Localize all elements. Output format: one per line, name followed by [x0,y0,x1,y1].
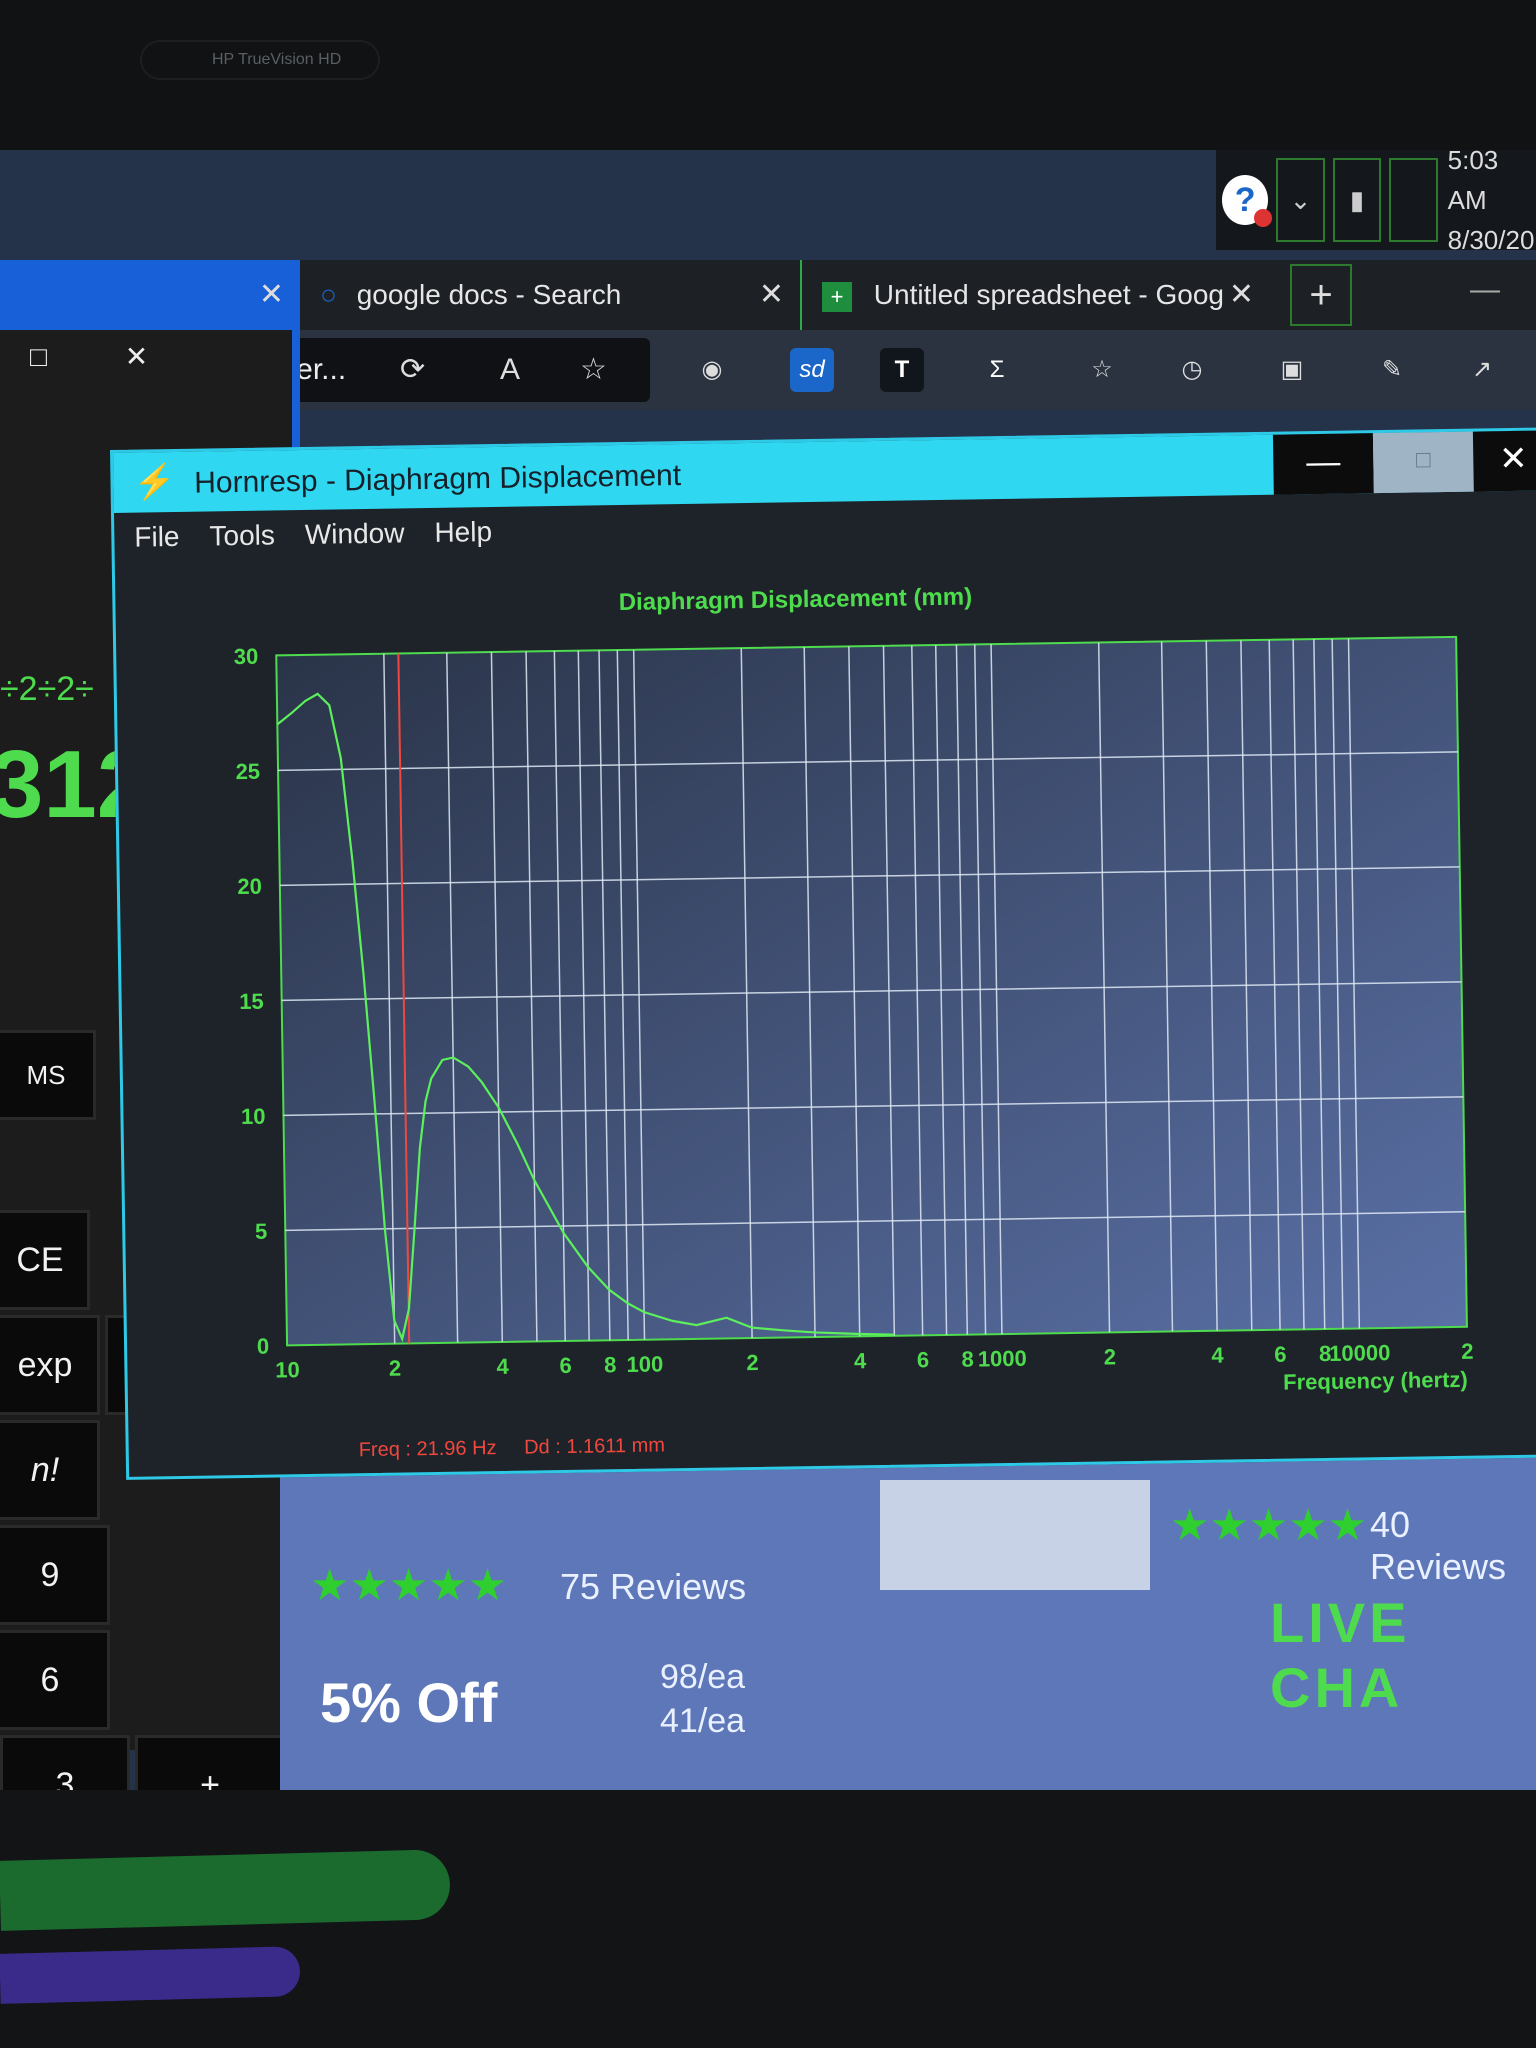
stars-right: ★★★★★ [1170,1501,1368,1550]
minimize-icon[interactable]: — [1470,260,1500,320]
stars-left: ★★★★★ [310,1561,508,1610]
close-icon[interactable]: ✕ [1229,260,1254,330]
x-tick-label: 2 [1461,1339,1474,1364]
system-tray: ? ⌄ ▮ 5:03 AM 8/30/20 [1216,150,1536,255]
maximize-button[interactable]: □ [1372,431,1474,494]
promo-text: 5% Off [320,1671,498,1734]
sigma-icon[interactable]: Σ [975,348,1019,392]
window-title: Hornresp - Diaphragm Displacement [193,459,682,500]
key-9[interactable]: 9 [0,1525,110,1625]
sheets-icon: + [822,281,852,312]
lightning-icon: ⚡ [133,462,177,502]
close-icon[interactable]: ✕ [259,260,284,330]
close-icon[interactable]: ✕ [759,260,784,330]
menu-tools[interactable]: Tools [209,510,275,561]
x-tick-label: 4 [496,1354,509,1379]
extension-icon[interactable]: ◉ [690,348,734,392]
menu-file[interactable]: File [134,512,180,563]
help-icon[interactable]: ? [1222,175,1273,227]
key-6[interactable]: 6 [0,1630,110,1730]
key-factorial[interactable]: n! [0,1420,100,1520]
reviews-left[interactable]: 75 Reviews [560,1566,746,1608]
y-tick-label: 20 [237,874,262,899]
menu-window[interactable]: Window [304,508,405,560]
y-tick-label: 15 [239,989,264,1014]
y-tick-label: 5 [255,1219,268,1244]
clock-time: 5:03 AM [1447,150,1499,215]
close-button[interactable]: ✕ [1472,430,1536,492]
plot-area: Diaphragm Displacement (mm) 0 5 10 15 20 25 30… [115,540,1536,1482]
favorites-icon[interactable]: ☆ [1080,348,1124,392]
chart-title: Diaphragm Displacement (mm) [619,583,973,616]
network-icon[interactable] [1389,158,1438,242]
notification-dot [1254,209,1273,227]
key-exp[interactable]: exp [0,1315,100,1415]
x-tick-label: 8 [604,1352,617,1377]
cursor-readout: Freq : 21.96 Hz Dd : 1.1611 mm [359,1434,688,1462]
clock-date: 8/30/20 [1447,225,1535,255]
y-tick-label: 30 [234,644,259,669]
x-tick-label: 1000 [978,1346,1027,1372]
product-image[interactable] [880,1480,1150,1590]
maximize-icon[interactable]: □ [30,341,47,372]
x-tick-label: 2 [1104,1344,1117,1369]
tab-label: google docs - Search [356,279,622,310]
green-marker [0,1849,451,1931]
minimize-button[interactable]: — [1272,433,1374,495]
calculator-title-buttons: □ ✕ [30,340,148,373]
tab-first[interactable]: ✕ [0,260,300,330]
calculator-expression: ÷2÷2÷ [0,670,94,708]
tab-untitled-spreadsheet[interactable]: + Untitled spreadsheet - Goog ✕ [800,260,1270,330]
price-2: 41/ea [660,1702,746,1740]
laptop-bezel-top: HP TrueVision HD [0,0,1536,160]
menu-help[interactable]: Help [434,507,492,558]
x-tick-label: 2 [389,1356,402,1381]
freq-readout: Freq : 21.96 Hz [358,1437,497,1462]
history-icon[interactable]: ◷ [1170,348,1214,392]
key-ms[interactable]: MS [0,1030,96,1120]
x-tick-label: 100 [626,1351,663,1377]
new-tab-button[interactable]: + [1290,264,1352,326]
dd-readout: Dd : 1.1611 mm [523,1434,666,1459]
y-axis-ticks: 0 5 10 15 20 25 30 [234,644,270,1359]
reviews-right[interactable]: 40 Reviews [1370,1504,1536,1588]
browser-tabbar: ✕ ○ google docs - Search ✕ + Untitled sp… [0,260,1536,330]
x-tick-label: 4 [854,1348,867,1373]
x-tick-label: 6 [917,1347,930,1372]
y-tick-label: 0 [257,1334,270,1359]
tab-label: Untitled spreadsheet - Goog [873,279,1224,310]
x-tick-label: 10 [275,1357,300,1382]
screen: ? ⌄ ▮ 5:03 AM 8/30/20 ✕ ○ google docs - … [0,150,1536,1800]
displacement-chart: Diaphragm Displacement (mm) 0 5 10 15 20 25 30… [234,583,1474,1395]
tab-google-docs-search[interactable]: ○ google docs - Search ✕ [300,260,800,330]
x-tick-label: 2 [746,1350,759,1375]
y-tick-label: 10 [241,1104,266,1129]
x-tick-label: 6 [559,1353,572,1378]
x-tick-label: 10000 [1329,1340,1391,1366]
favorite-add-icon[interactable]: ☆ [580,338,607,402]
purple-marker [0,1946,301,2004]
x-tick-label: 8 [961,1347,974,1372]
x-tick-label: 6 [1274,1342,1287,1367]
reader-icon[interactable]: A [500,338,520,402]
battery-icon[interactable]: ▮ [1332,158,1382,242]
live-chat-button[interactable]: LIVE CHA [1270,1590,1536,1720]
notes-icon[interactable]: ✎ [1370,348,1414,392]
price-1: 98/ea [660,1658,746,1696]
clock[interactable]: 5:03 AM 8/30/20 [1448,150,1536,260]
hornresp-window: ⚡ Hornresp - Diaphragm Displacement — □ … [110,427,1536,1482]
x-axis-label: Frequency (hertz) [1283,1367,1468,1395]
camera-label: HP TrueVision HD [140,40,380,80]
y-tick-label: 25 [235,759,260,784]
x-tick-label: 4 [1211,1343,1224,1368]
key-ce[interactable]: CE [0,1210,90,1310]
close-icon[interactable]: ✕ [125,341,148,372]
share-icon[interactable]: ↗ [1460,348,1504,392]
search-icon: ○ [320,279,337,310]
sd-icon[interactable]: sd [790,348,834,392]
chevron-down-icon[interactable]: ⌄ [1276,158,1325,242]
t-icon[interactable]: T [880,348,924,392]
screenshot-icon[interactable]: ▣ [1270,348,1314,392]
refresh-icon[interactable]: ⟳ [400,338,425,402]
